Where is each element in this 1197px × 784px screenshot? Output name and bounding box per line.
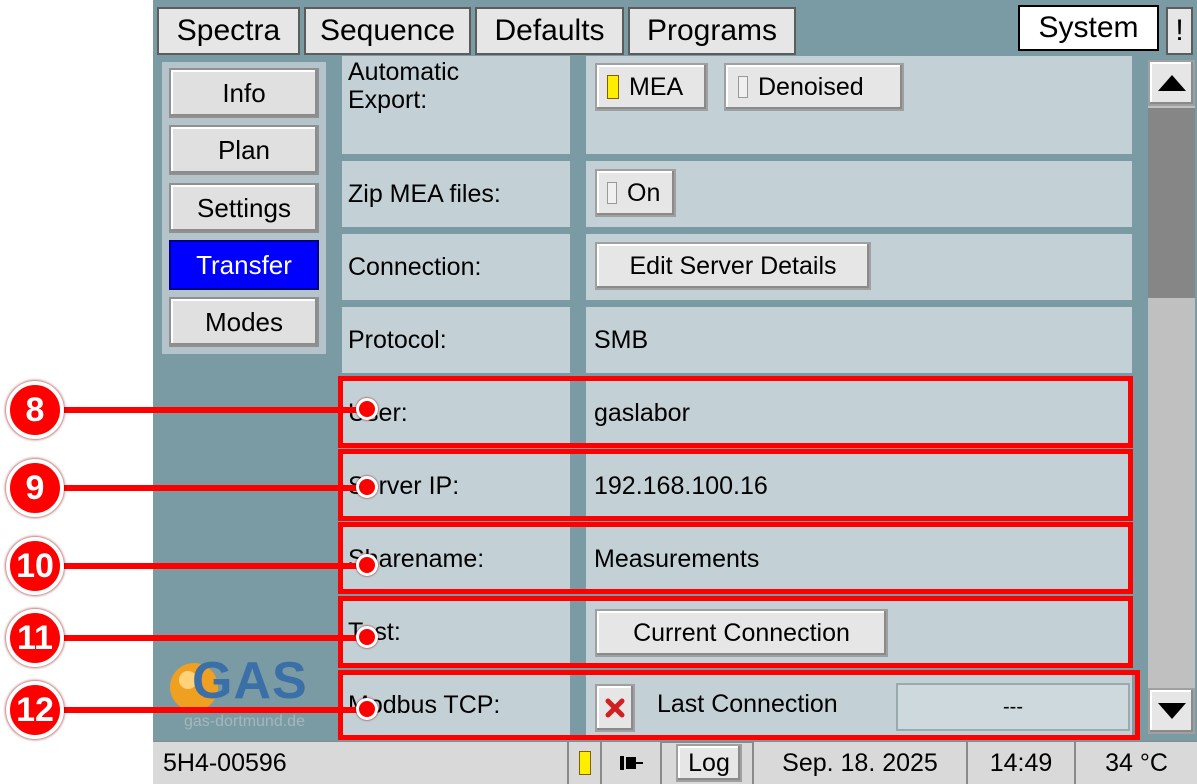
tab-label: Programs — [646, 14, 778, 47]
triangle-down-icon — [1157, 703, 1186, 719]
scroll-down-button[interactable] — [1148, 688, 1195, 734]
callout-dot — [356, 626, 378, 648]
tab-label: System — [1038, 11, 1139, 44]
highlight-box-modbus — [338, 670, 1140, 740]
sidebar-item-info[interactable]: Info — [169, 68, 319, 118]
log-label: Log — [688, 748, 730, 777]
callout-number: 9 — [25, 468, 45, 507]
tab-label: Defaults — [494, 14, 605, 47]
logo-text: GAS — [192, 652, 308, 710]
zip-on-label: On — [627, 178, 661, 207]
callout-9: 9 — [6, 459, 64, 517]
mea-toggle-button[interactable]: MEA — [595, 63, 708, 111]
tab-label: Sequence — [319, 14, 456, 47]
callout-leader — [60, 707, 370, 713]
denoised-toggle-button[interactable]: Denoised — [724, 63, 904, 111]
callout-leader — [60, 485, 370, 491]
callout-8: 8 — [6, 381, 64, 439]
zip-label: Zip MEA files: — [348, 179, 501, 208]
status-temperature: 34 °C — [1076, 742, 1197, 784]
callout-number: 11 — [17, 618, 53, 657]
sidebar-item-modes[interactable]: Modes — [169, 297, 319, 347]
indicator-on-icon — [578, 751, 591, 775]
highlight-box-test — [338, 596, 1133, 668]
callout-leader — [60, 635, 370, 641]
tab-alert[interactable]: ! — [1166, 7, 1193, 55]
callout-number: 8 — [25, 390, 45, 429]
indicator-off-icon — [738, 76, 748, 98]
tab-sequence[interactable]: Sequence — [304, 7, 471, 55]
tab-label: Spectra — [176, 14, 281, 47]
scrollbar-thumb[interactable] — [1148, 108, 1195, 298]
callout-dot — [356, 398, 378, 420]
tab-label: ! — [1175, 14, 1184, 47]
callout-11: 11 — [6, 609, 64, 667]
log-button[interactable]: Log — [676, 744, 742, 782]
sidebar-item-label: Plan — [217, 134, 271, 165]
protocol-label: Protocol: — [348, 325, 447, 354]
tab-spectra[interactable]: Spectra — [157, 7, 300, 55]
time-text: 14:49 — [989, 748, 1053, 777]
scroll-up-button[interactable] — [1148, 60, 1195, 106]
plug-icon — [620, 756, 643, 770]
connection-label: Connection: — [348, 252, 482, 281]
edit-server-details-button[interactable]: Edit Server Details — [595, 242, 871, 290]
row-protocol-label: Protocol: — [342, 307, 570, 373]
callout-12: 12 — [6, 681, 64, 739]
denoised-label: Denoised — [758, 72, 864, 101]
highlight-box-sharename — [338, 522, 1133, 594]
transfer-status — [602, 742, 662, 784]
status-time: 14:49 — [968, 742, 1076, 784]
tab-programs[interactable]: Programs — [628, 7, 796, 55]
mea-label: MEA — [629, 72, 684, 101]
highlight-box-server-ip — [338, 449, 1133, 521]
callout-10: 10 — [6, 537, 64, 595]
callout-dot — [356, 698, 378, 720]
edit-server-label: Edit Server Details — [629, 251, 837, 280]
date-text: Sep. 18. 2025 — [782, 748, 938, 777]
zip-on-toggle-button[interactable]: On — [595, 169, 676, 217]
tab-defaults[interactable]: Defaults — [475, 7, 624, 55]
status-indicator — [569, 742, 602, 784]
sidebar-item-settings[interactable]: Settings — [169, 183, 319, 233]
tab-system[interactable]: System — [1018, 5, 1159, 51]
highlight-box-user — [338, 376, 1133, 448]
row-automatic-export-label: Automatic Export: — [342, 56, 570, 154]
indicator-on-icon — [607, 75, 619, 99]
callout-leader — [60, 563, 370, 569]
callout-dot — [356, 554, 378, 576]
protocol-value: SMB — [594, 325, 649, 354]
sidebar-item-label: Info — [222, 77, 266, 108]
callout-leader — [60, 407, 370, 413]
indicator-off-icon — [607, 182, 617, 204]
logo-url: gas-dortmund.de — [184, 713, 305, 730]
sidebar-item-transfer[interactable]: Transfer — [169, 240, 319, 290]
status-date: Sep. 18. 2025 — [752, 742, 968, 784]
callout-number: 12 — [16, 690, 54, 729]
device-id: 5H4-00596 — [153, 742, 569, 784]
device-id-text: 5H4-00596 — [163, 748, 287, 777]
sidebar-item-label: Modes — [204, 306, 284, 337]
callout-number: 10 — [16, 546, 54, 585]
row-protocol-value: SMB — [586, 307, 1132, 373]
row-zip-label: Zip MEA files: — [342, 161, 570, 227]
triangle-up-icon — [1157, 75, 1186, 91]
automatic-export-label: Automatic Export: — [348, 58, 460, 114]
sidebar-item-label: Transfer — [196, 249, 292, 280]
sidebar-item-plan[interactable]: Plan — [169, 125, 319, 175]
row-connection-label: Connection: — [342, 234, 570, 300]
gas-logo: GAS gas-dortmund.de — [162, 652, 332, 735]
temperature-text: 34 °C — [1105, 748, 1168, 777]
callout-dot — [356, 476, 378, 498]
sidebar-item-label: Settings — [197, 192, 291, 223]
